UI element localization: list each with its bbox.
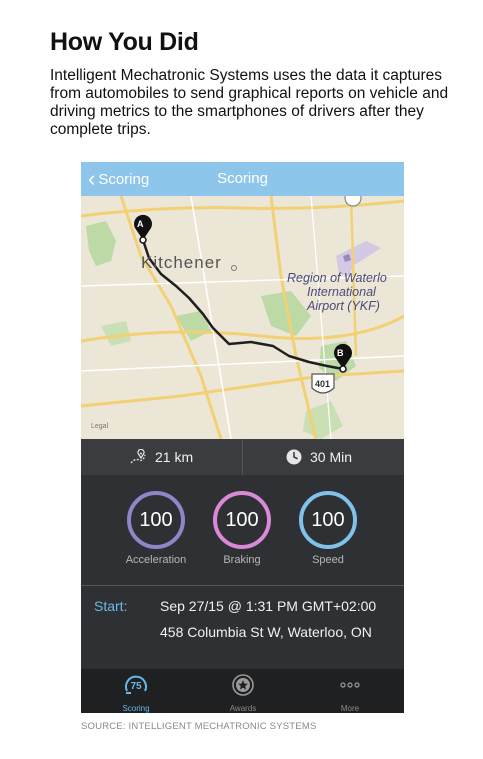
article-subtitle: Intelligent Mechatronic Systems uses the… [50,67,449,138]
phone-screenshot: ‹ Scoring Scoring Kitchener Region of Wa… [81,162,404,713]
speed-label: Speed [312,554,344,566]
distance-stat: 21 km [129,439,193,475]
park-area [176,311,211,341]
highway-label: 401 [315,379,330,389]
trip-stats: 21 km 30 Min [81,439,404,476]
tab-bar: 75 Scoring Awards More [81,669,404,713]
acceleration-score[interactable]: 100 Acceleration [121,491,191,566]
map-road [310,196,332,439]
marker-a-label: A [137,219,144,229]
award-star-icon [232,674,254,696]
route-distance-icon [129,449,147,465]
stats-divider [242,439,243,475]
city-dot [231,265,237,271]
speed-score[interactable]: 100 Speed [293,491,363,566]
duration-stat: 30 Min [286,439,352,475]
scoring-badge: 75 [130,681,142,692]
start-label: Start: [94,598,128,614]
trip-details: Start: Sep 27/15 @ 1:31 PM GMT+02:00 458… [81,585,404,670]
tab-scoring[interactable]: 75 Scoring [101,673,171,713]
score-gauge-icon: 75 [125,675,147,694]
tab-awards-label: Awards [229,704,257,713]
speed-ring: 100 [299,491,357,549]
tab-awards[interactable]: Awards [208,673,278,713]
park-area [86,221,116,266]
nav-title: Scoring [217,170,268,187]
airport-label-line3: Airport (YKF) [306,299,380,313]
braking-ring: 100 [213,491,271,549]
marker-b-label: B [337,348,344,358]
score-panel: 100 Acceleration 100 Braking 100 Speed [81,475,404,585]
more-dots-icon [340,682,360,688]
tab-scoring-label: Scoring [122,704,150,713]
trip-address: 458 Columbia St W, Waterloo, ON [160,624,372,640]
airport-label-line1: Region of Waterlo [287,271,387,285]
trip-datetime: Sep 27/15 @ 1:31 PM GMT+02:00 [160,598,377,614]
braking-label: Braking [223,554,261,566]
city-label: Kitchener [141,253,222,272]
map-road [81,355,404,372]
airport-label-line2: International [307,285,377,299]
nav-bar: ‹ Scoring Scoring [81,162,404,196]
acceleration-label: Acceleration [125,554,187,566]
map-road [81,369,404,408]
braking-score[interactable]: 100 Braking [207,491,277,566]
legal-link[interactable]: Legal [91,423,109,430]
trip-map[interactable]: Kitchener Region of Waterlo Internationa… [81,196,404,439]
tab-more[interactable]: More [315,673,385,713]
duration-value: 30 Min [310,449,353,465]
acceleration-ring: 100 [127,491,185,549]
distance-value: 21 km [155,449,194,465]
map-canvas: Kitchener Region of Waterlo Internationa… [81,196,404,439]
park-area [101,321,131,346]
start-point [139,236,147,244]
highway-shield-icon [344,196,362,207]
clock-icon [286,449,302,465]
source-credit: SOURCE: INTELLIGENT MECHATRONIC SYSTEMS [81,721,317,732]
end-point [339,365,347,373]
article-headline: How You Did [50,28,199,56]
tab-more-label: More [340,704,360,713]
